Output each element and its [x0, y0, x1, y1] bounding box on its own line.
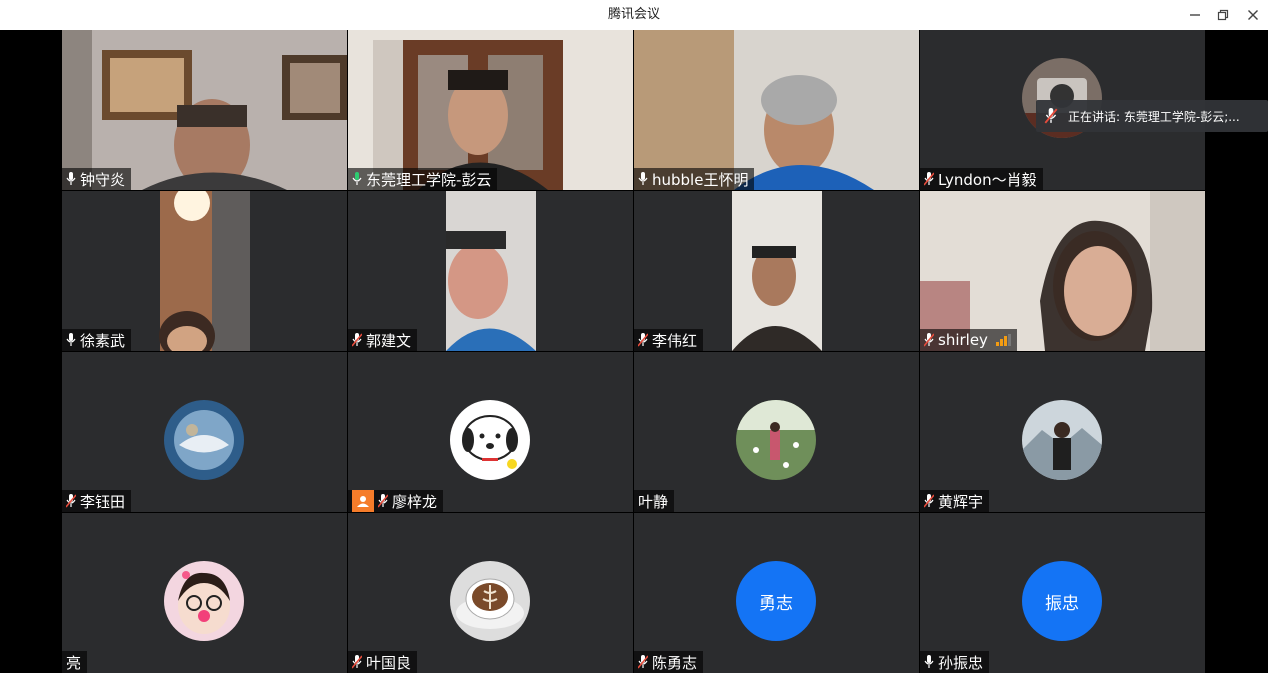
microphone-muted-icon — [638, 333, 648, 347]
speaking-indicator-toast: 正在讲话: 东莞理工学院-彭云;... — [1036, 100, 1268, 132]
participant-text-avatar: 振忠 — [1022, 561, 1102, 641]
participant-name: 徐素武 — [80, 331, 126, 350]
participant-name-bar: 李钰田 — [62, 490, 132, 512]
participant-avatar — [164, 400, 244, 480]
participant-avatar — [164, 561, 244, 641]
participant-tile[interactable]: shirley — [920, 191, 1205, 351]
participant-video — [348, 30, 633, 190]
participant-grid: 钟守炎 东莞理工学院-彭云 hubble王怀明 Lyndon～肖毅 徐素武 郭建… — [62, 30, 1205, 673]
participant-tile[interactable]: hubble王怀明 — [634, 30, 919, 190]
participant-tile[interactable]: 郭建文 — [348, 191, 633, 351]
participant-tile[interactable]: 勇志 陈勇志 — [634, 513, 919, 673]
signal-strength-icon — [995, 334, 1011, 346]
microphone-muted-icon — [924, 494, 934, 508]
participant-name-bar: 徐素武 — [62, 329, 132, 351]
participant-name-bar: 东莞理工学院-彭云 — [348, 168, 498, 190]
participant-name-bar: 黄辉宇 — [920, 490, 990, 512]
title-bar: 腾讯会议 — [0, 0, 1268, 30]
microphone-muted-icon — [352, 333, 362, 347]
microphone-muted-icon — [378, 494, 388, 508]
microphone-muted-icon — [924, 333, 934, 347]
user-icon — [352, 490, 374, 512]
participant-tile[interactable]: 李伟红 — [634, 191, 919, 351]
participant-name: shirley — [938, 331, 988, 349]
window-title: 腾讯会议 — [607, 7, 660, 22]
microphone-muted-icon — [638, 655, 648, 669]
participant-video — [634, 191, 919, 351]
participant-name: 叶静 — [638, 492, 669, 511]
participant-name-bar: 陈勇志 — [634, 651, 704, 673]
participant-name: 叶国良 — [366, 653, 412, 672]
participant-name: 黄辉宇 — [938, 492, 984, 511]
participant-name-bar: 李伟红 — [634, 329, 704, 351]
participant-name-bar: 叶静 — [634, 490, 675, 512]
microphone-icon — [66, 333, 76, 346]
speaking-text: 正在讲话: 东莞理工学院-彭云;... — [1068, 109, 1240, 124]
participant-name: 孙振忠 — [938, 653, 984, 672]
participant-name-bar: 廖梓龙 — [348, 490, 444, 512]
participant-tile[interactable]: 钟守炎 — [62, 30, 347, 190]
participant-tile[interactable]: 叶国良 — [348, 513, 633, 673]
participant-avatar — [450, 400, 530, 480]
participant-tile[interactable]: 亮 — [62, 513, 347, 673]
participant-name: hubble王怀明 — [652, 170, 749, 189]
participant-name-bar: 叶国良 — [348, 651, 418, 673]
participant-name-bar: hubble王怀明 — [634, 168, 755, 190]
participant-name: Lyndon～肖毅 — [938, 170, 1037, 189]
microphone-muted-icon — [1044, 108, 1058, 124]
participant-name-bar: 钟守炎 — [62, 168, 132, 190]
participant-text-avatar: 勇志 — [736, 561, 816, 641]
participant-avatar — [1022, 400, 1102, 480]
microphone-muted-icon — [66, 494, 76, 508]
microphone-muted-icon — [352, 655, 362, 669]
minimize-icon[interactable] — [1180, 0, 1210, 30]
participant-name-bar: 亮 — [62, 651, 88, 673]
participant-avatar — [736, 400, 816, 480]
participant-video — [634, 30, 919, 190]
participant-name: 东莞理工学院-彭云 — [366, 170, 492, 189]
participant-name: 李伟红 — [652, 331, 698, 350]
participant-video — [62, 30, 347, 190]
restore-icon[interactable] — [1208, 0, 1238, 30]
participant-name-bar: 郭建文 — [348, 329, 418, 351]
microphone-active-icon — [352, 172, 362, 185]
close-icon[interactable] — [1238, 0, 1268, 30]
microphone-muted-icon — [924, 172, 934, 186]
participant-name-bar: shirley — [920, 329, 1017, 351]
participant-name-bar: Lyndon～肖毅 — [920, 168, 1043, 190]
participant-name: 亮 — [66, 653, 82, 672]
microphone-icon — [924, 655, 934, 668]
participant-name: 郭建文 — [366, 331, 412, 350]
participant-video — [348, 191, 633, 351]
participant-tile[interactable]: 廖梓龙 — [348, 352, 633, 512]
participant-tile[interactable]: 叶静 — [634, 352, 919, 512]
participant-name-bar: 孙振忠 — [920, 651, 990, 673]
participant-tile[interactable]: 李钰田 — [62, 352, 347, 512]
participant-name: 陈勇志 — [652, 653, 698, 672]
participant-avatar — [450, 561, 530, 641]
participant-name: 钟守炎 — [80, 170, 126, 189]
participant-video — [920, 191, 1205, 351]
microphone-icon — [638, 172, 648, 185]
participant-tile-active-speaker[interactable]: 东莞理工学院-彭云 — [348, 30, 633, 190]
microphone-icon — [66, 172, 76, 185]
participant-video — [62, 191, 347, 351]
participant-tile[interactable]: 黄辉宇 — [920, 352, 1205, 512]
participant-name: 廖梓龙 — [392, 492, 438, 511]
participant-tile[interactable]: 振忠 孙振忠 — [920, 513, 1205, 673]
participant-name: 李钰田 — [80, 492, 126, 511]
participant-tile[interactable]: 徐素武 — [62, 191, 347, 351]
